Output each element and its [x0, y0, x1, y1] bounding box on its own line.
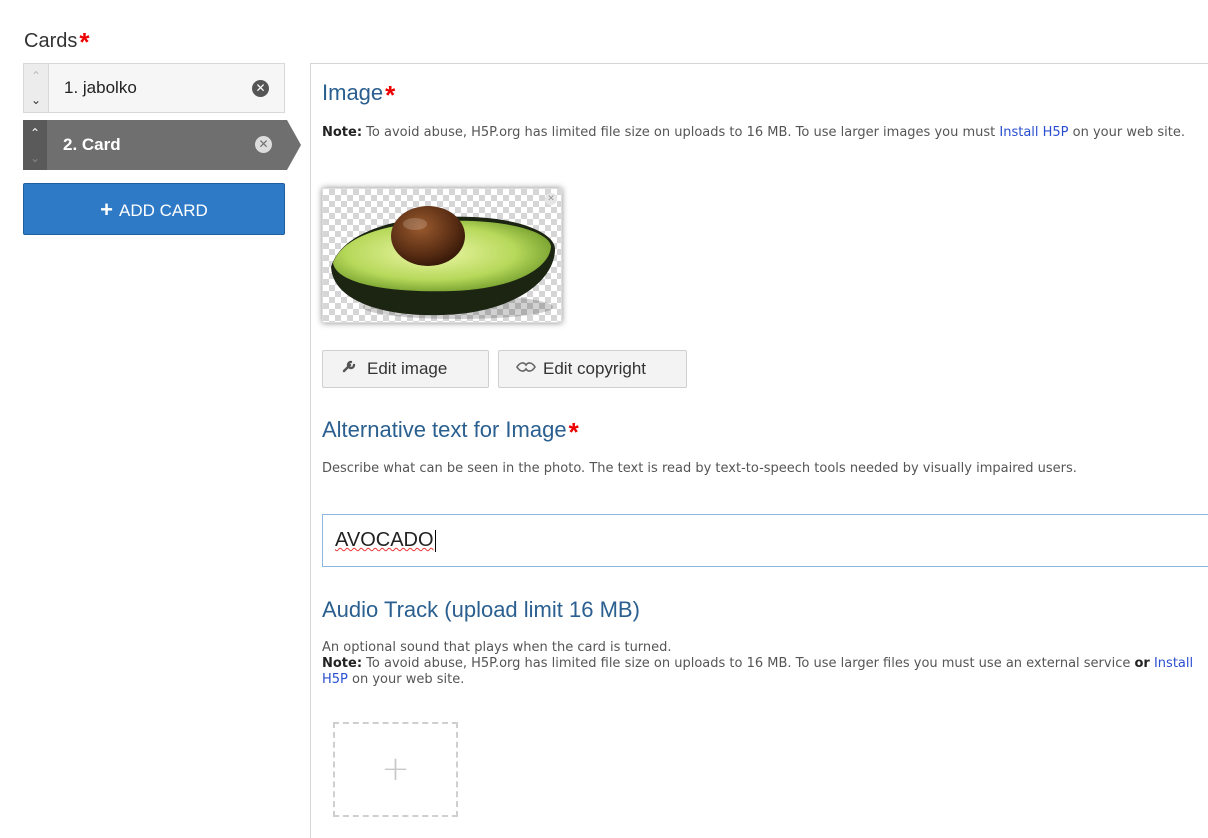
card-label: 2. Card — [63, 135, 121, 154]
edit-image-button[interactable]: Edit image — [322, 350, 489, 388]
image-thumbnail[interactable]: ✕ — [322, 188, 562, 323]
handshake-icon — [515, 351, 537, 387]
card-item-2[interactable]: ⌃ ⌄ 2. Card ✕ — [23, 120, 301, 170]
plus-icon: + — [381, 749, 410, 789]
wrench-icon — [339, 351, 361, 387]
remove-card-icon[interactable]: ✕ — [255, 136, 272, 153]
required-mark: * — [568, 417, 579, 447]
move-down-icon[interactable]: ⌄ — [31, 93, 41, 107]
alt-text-field-title: Alternative text for Image* — [322, 417, 579, 447]
edit-copyright-button[interactable]: Edit copyright — [498, 350, 687, 388]
reorder-arrows: ⌃ ⌄ — [24, 64, 49, 112]
alt-text-input[interactable]: AVOCADO — [322, 514, 1208, 567]
remove-image-icon[interactable]: ✕ — [545, 193, 557, 205]
required-mark: * — [79, 27, 90, 57]
card-label: 1. jabolko — [64, 78, 137, 97]
add-card-button[interactable]: + ADD CARD — [23, 183, 285, 235]
move-up-icon[interactable]: ⌃ — [30, 126, 40, 140]
plus-icon: + — [100, 197, 114, 222]
required-mark: * — [385, 80, 396, 110]
alt-text-description: Describe what can be seen in the photo. … — [322, 461, 1077, 476]
text-caret — [434, 529, 436, 552]
add-audio-button[interactable]: + — [333, 722, 458, 817]
reorder-arrows: ⌃ ⌄ — [23, 120, 47, 170]
cards-section-title: Cards* — [24, 27, 90, 57]
install-h5p-link[interactable]: Install H5P — [999, 125, 1068, 140]
move-up-icon: ⌃ — [30, 69, 42, 83]
remove-card-icon[interactable]: ✕ — [252, 80, 269, 97]
image-field-note: Note: To avoid abuse, H5P.org has limite… — [322, 125, 1185, 140]
audio-field-title: Audio Track (upload limit 16 MB) — [322, 597, 640, 622]
move-down-icon: ⌄ — [29, 150, 41, 165]
image-field-title: Image* — [322, 80, 396, 110]
avocado-image — [331, 206, 555, 319]
card-item-1[interactable]: ⌃ ⌄ 1. jabolko ✕ — [23, 63, 285, 113]
audio-field-description: An optional sound that plays when the ca… — [322, 640, 1194, 687]
